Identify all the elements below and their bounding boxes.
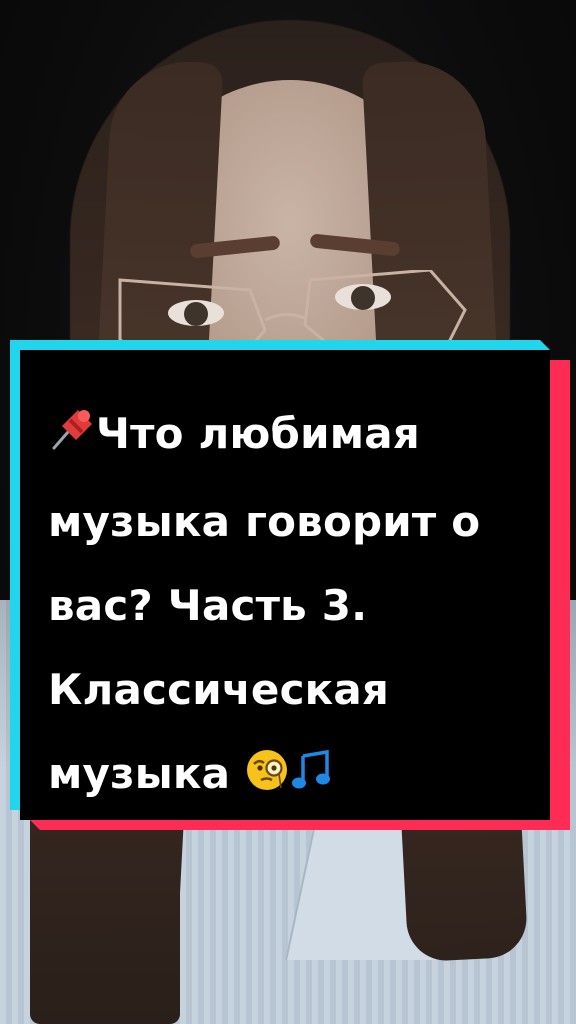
caption-card: Что любимая музыка говорит о вас? Часть …: [10, 340, 570, 830]
caption-text-3: вас? Часть 3.: [48, 581, 368, 630]
face-with-monocle-icon: [245, 736, 289, 820]
caption-line-1: Что любимая: [48, 392, 530, 480]
caption-text-4: Классическая: [48, 665, 390, 714]
caption-text-5: музыка: [48, 749, 231, 798]
caption-line-4: Классическая: [48, 648, 530, 732]
caption-line-2: музыка говорит о: [48, 480, 530, 564]
caption-line-3: вас? Часть 3.: [48, 564, 530, 648]
music-notes-icon: [289, 736, 333, 820]
caption-text-1: Что любимая: [96, 409, 420, 458]
caption-line-5: музыка: [48, 732, 530, 820]
caption-box: Что любимая музыка говорит о вас? Часть …: [20, 350, 550, 820]
video-frame: Что любимая музыка говорит о вас? Часть …: [0, 0, 576, 1024]
pushpin-icon: [48, 396, 96, 480]
caption-text-2: музыка говорит о: [48, 497, 481, 546]
